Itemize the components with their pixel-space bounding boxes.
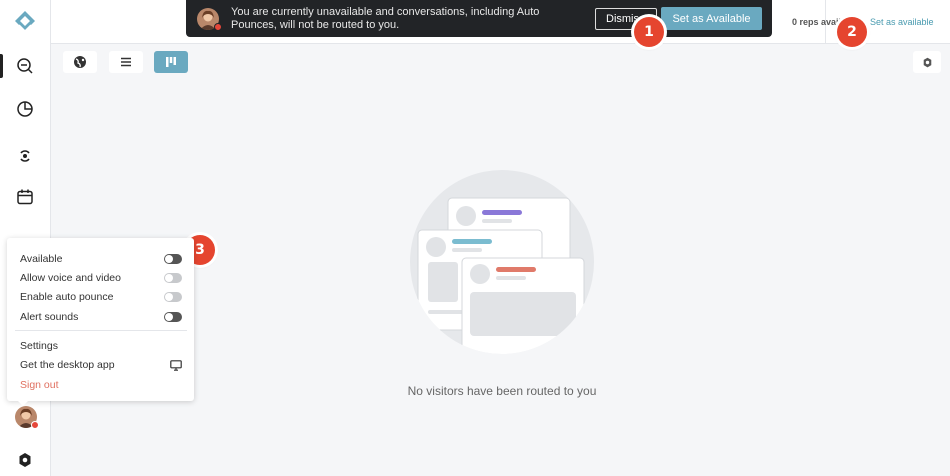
globe-icon [74, 56, 86, 68]
view-settings-button[interactable] [913, 51, 941, 73]
step-badge-1: 1 [634, 17, 664, 47]
reports-icon [17, 101, 33, 117]
auto-pounce-toggle[interactable] [164, 292, 182, 302]
sidebar-item-calendar[interactable] [13, 185, 37, 209]
menu-pointer [17, 400, 29, 406]
menu-item-label: Sign out [20, 379, 59, 391]
available-toggle[interactable] [164, 254, 182, 264]
monitor-icon [170, 359, 182, 371]
sidebar-item-conversations[interactable] [13, 54, 37, 78]
alert-sounds-toggle[interactable] [164, 312, 182, 322]
list-view-button[interactable] [109, 51, 143, 73]
board-icon [166, 57, 176, 67]
gear-icon [923, 57, 931, 67]
status-menu: Available Allow voice and video Enable a… [7, 238, 194, 401]
calendar-icon [17, 189, 33, 205]
menu-item-label: Settings [20, 340, 58, 352]
logo-icon[interactable] [14, 10, 36, 34]
sidebar-item-reports[interactable] [13, 97, 37, 121]
voice-video-toggle[interactable] [164, 273, 182, 283]
menu-item-label: Alert sounds [20, 311, 79, 323]
globe-view-button[interactable] [63, 51, 97, 73]
unavailable-banner: You are currently unavailable and conver… [186, 0, 772, 37]
status-dot [31, 421, 39, 429]
menu-item-voice-video[interactable]: Allow voice and video [20, 271, 182, 285]
set-available-button[interactable]: Set as Available [661, 7, 762, 30]
list-icon [121, 57, 131, 67]
active-indicator [0, 54, 3, 78]
menu-item-desktop-app[interactable]: Get the desktop app [20, 358, 182, 372]
empty-state-illustration [410, 170, 594, 354]
menu-item-label: Allow voice and video [20, 272, 121, 284]
menu-item-label: Get the desktop app [20, 359, 115, 371]
sidebar-item-routing[interactable] [13, 144, 37, 168]
conversations-icon [17, 58, 33, 74]
board-view-button[interactable] [154, 51, 188, 73]
menu-item-alert-sounds[interactable]: Alert sounds [20, 310, 182, 324]
menu-item-label: Enable auto pounce [20, 291, 114, 303]
banner-message: You are currently unavailable and conver… [231, 6, 540, 31]
reps-available-text: 0 reps avail [792, 17, 842, 27]
menu-item-settings[interactable]: Settings [20, 339, 182, 353]
empty-state-message: No visitors have been routed to you [407, 384, 597, 398]
status-dot [214, 23, 222, 31]
gear-icon[interactable] [17, 452, 33, 468]
set-available-link[interactable]: Set as available [870, 17, 934, 27]
step-badge-2: 2 [837, 17, 867, 47]
menu-divider [15, 330, 187, 331]
menu-item-auto-pounce[interactable]: Enable auto pounce [20, 290, 182, 304]
routing-icon [20, 150, 30, 162]
menu-item-available[interactable]: Available [20, 252, 182, 266]
menu-item-label: Available [20, 253, 63, 265]
menu-item-sign-out[interactable]: Sign out [20, 378, 182, 392]
